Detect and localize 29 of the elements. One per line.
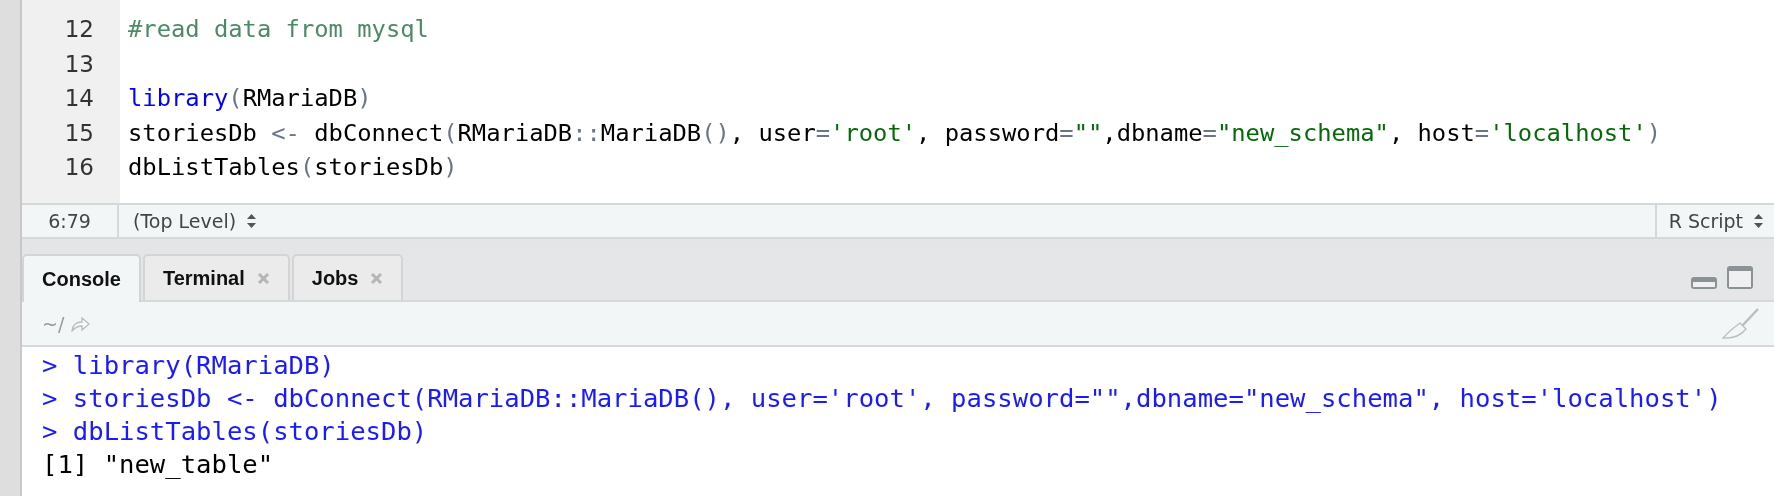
pane-tab[interactable]: Console (22, 254, 141, 302)
console-line: > dbListTables(storiesDb) (42, 416, 428, 446)
maximize-icon[interactable] (1726, 265, 1754, 290)
line-number: 14 (63, 84, 95, 113)
console-line: > storiesDb <- dbConnect(RMariaDB::MariaDB(), user='root', password="",dbname="new_schema", host='localhost') (42, 383, 1722, 413)
code-line: #read data from mysql (128, 15, 429, 43)
scope-selector[interactable]: (Top Level) (133, 210, 237, 232)
code-line: dbListTables(storiesDb) (128, 153, 458, 181)
line-number: 13 (63, 49, 95, 79)
pane-splitter[interactable] (22, 239, 1774, 255)
code-line: storiesDb <- dbConnect(RMariaDB::MariaDB(), user='root', password="",dbname="new_schema", host='localhost') (128, 118, 1662, 147)
arrow-icon[interactable] (70, 315, 91, 332)
console-line: [1] "new_table" (42, 449, 274, 479)
close-icon[interactable] (256, 271, 270, 285)
line-number: 12 (63, 15, 95, 44)
line-number: 16 (63, 153, 95, 182)
file-type-selector[interactable]: R Script (1668, 210, 1743, 232)
cursor-position: 6:79 (48, 210, 91, 232)
line-number: 15 (63, 118, 95, 148)
broom-icon[interactable] (1722, 307, 1760, 340)
sort-arrows-icon (1753, 213, 1764, 229)
working-directory: ~/ (42, 312, 65, 335)
code-line: library(RMariaDB) (128, 84, 372, 112)
close-icon[interactable] (370, 271, 384, 285)
pane-tab[interactable]: Terminal (142, 254, 290, 300)
minimize-icon[interactable] (1690, 276, 1718, 290)
pane-tab[interactable]: Jobs (291, 254, 404, 300)
console-line: > library(RMariaDB) (42, 350, 335, 380)
sort-arrows-icon (246, 213, 258, 229)
